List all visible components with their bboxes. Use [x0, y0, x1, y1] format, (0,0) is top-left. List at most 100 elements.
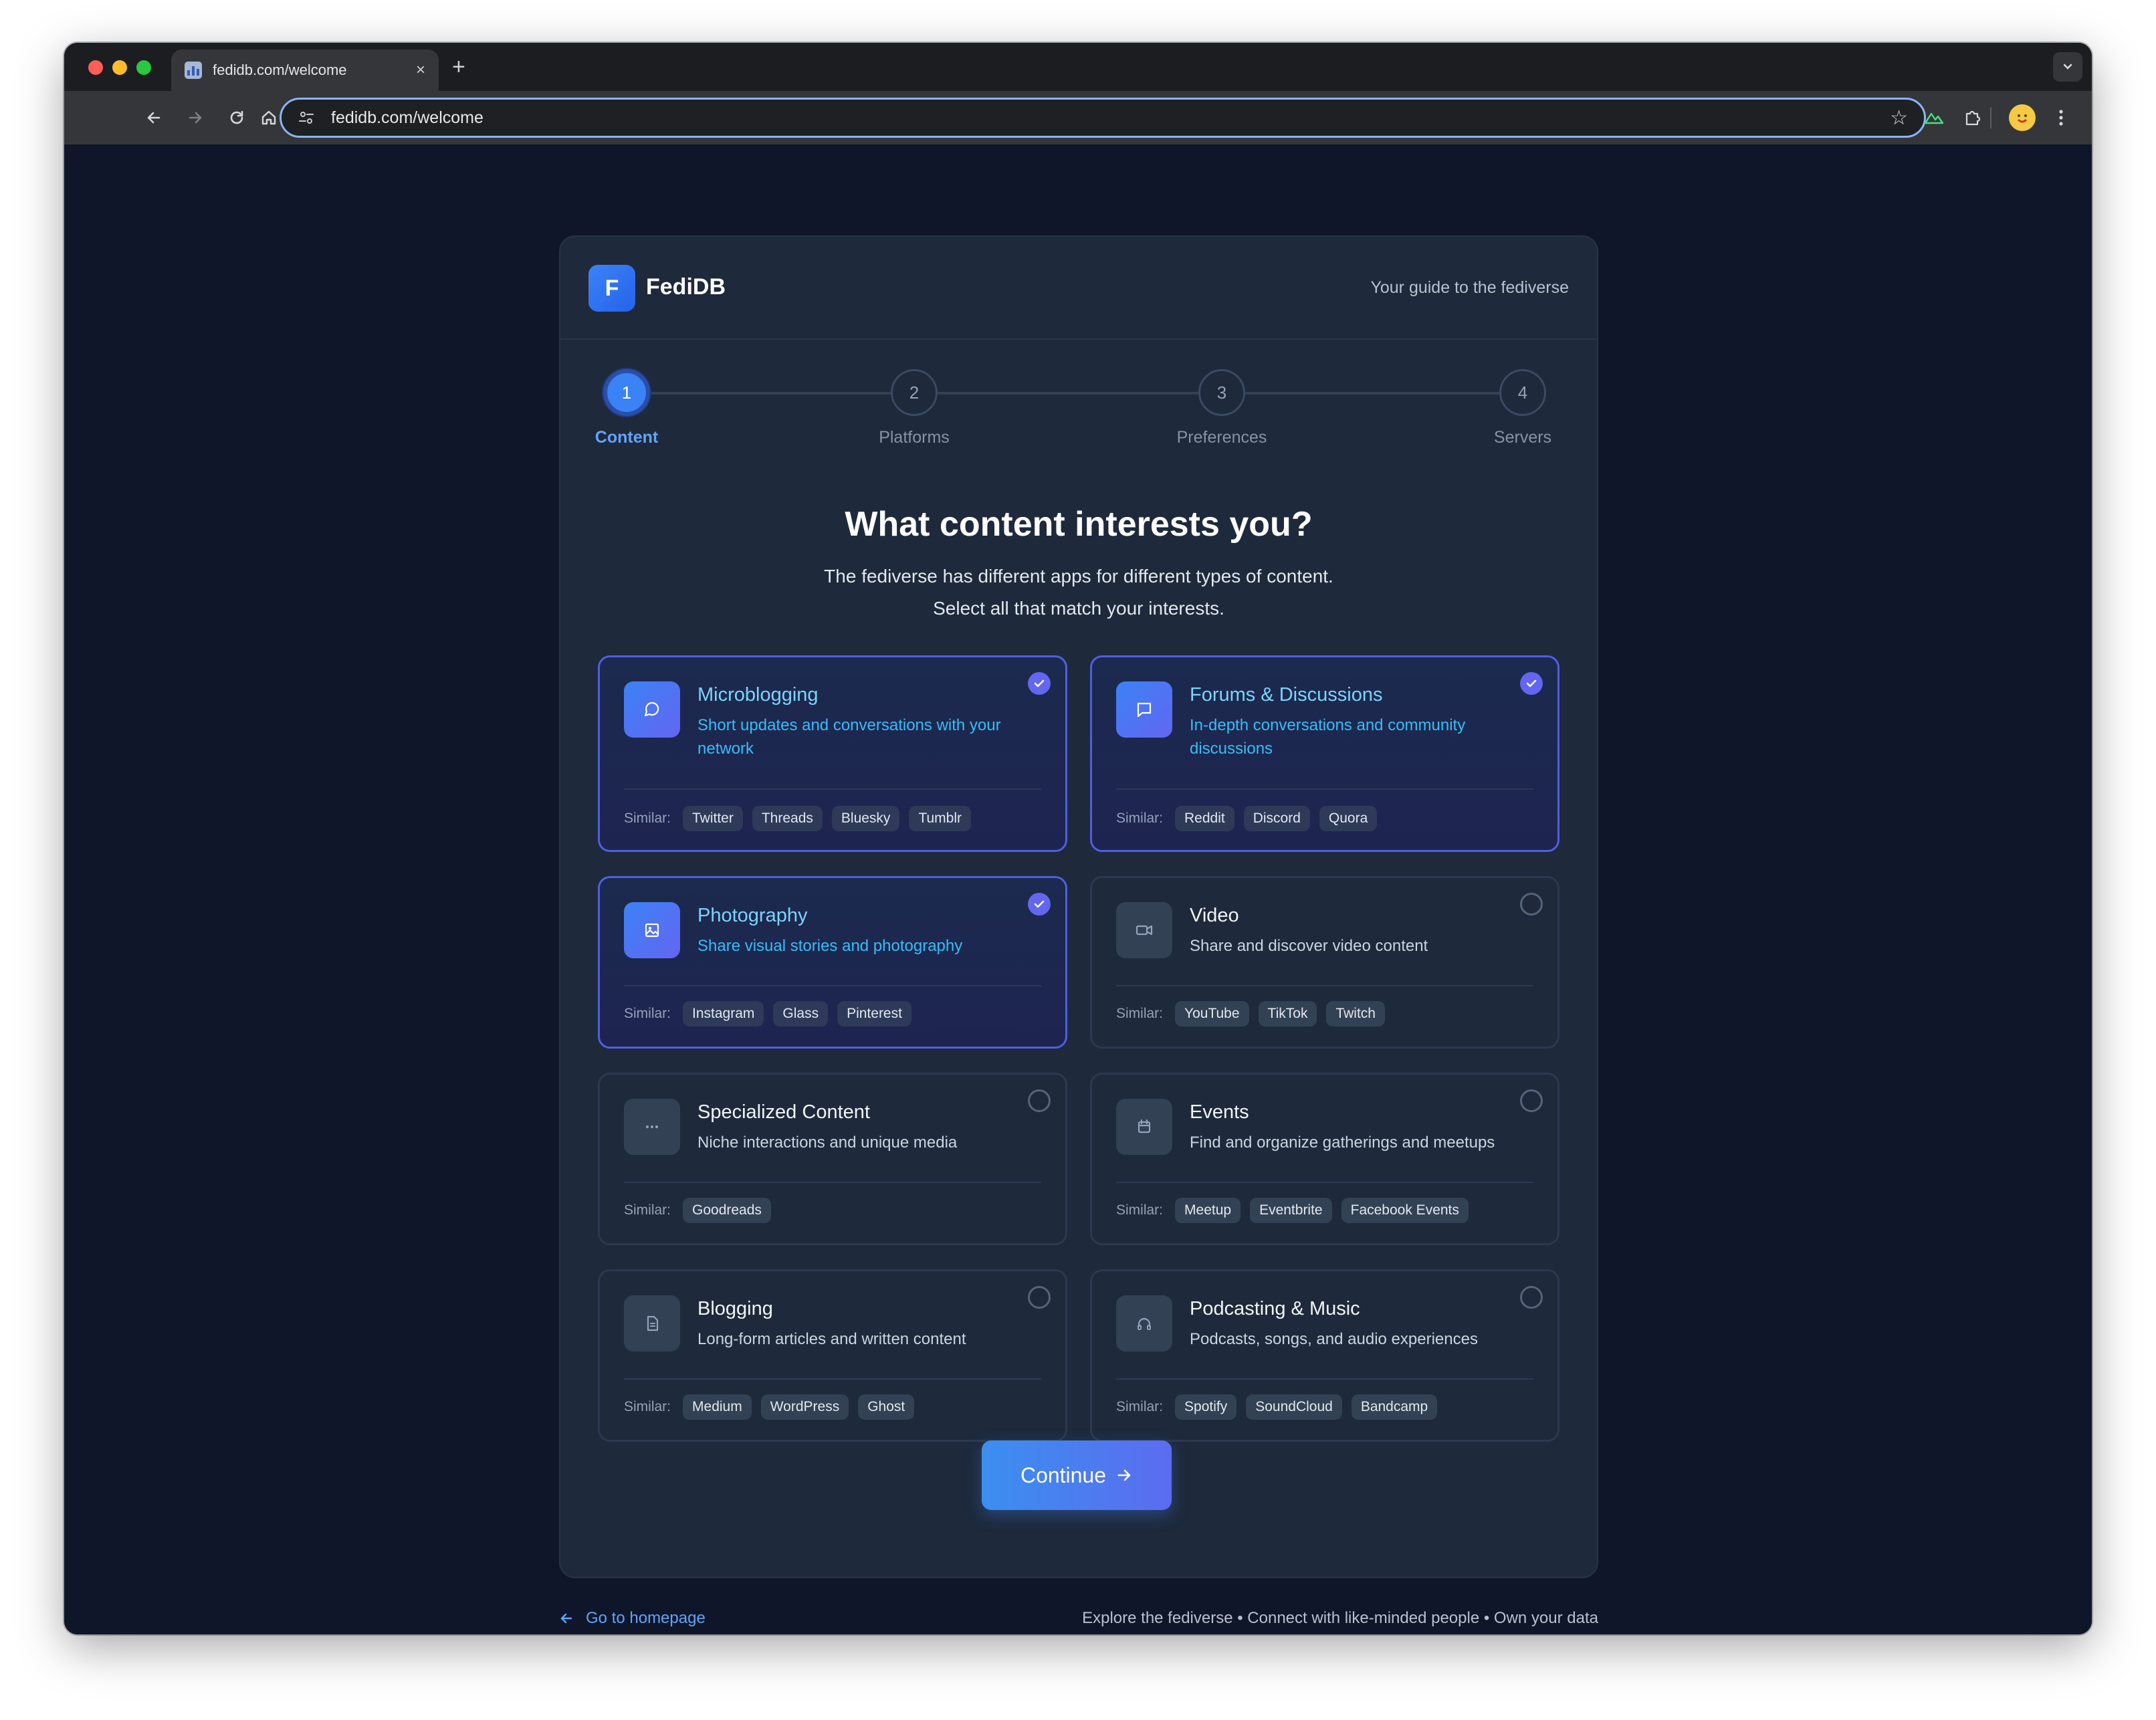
page-subtitle-line2: Select all that match your interests.	[933, 598, 1224, 619]
option-description: Share and discover video content	[1190, 937, 1428, 955]
browser-tab[interactable]: fedidb.com/welcome ×	[171, 49, 439, 91]
option-forums-discussions[interactable]: Forums & Discussions In-depth conversati…	[1090, 655, 1559, 852]
reload-button[interactable]	[223, 104, 250, 131]
chat-bubble-icon	[644, 702, 659, 717]
similar-list: Similar: Goodreads	[624, 1198, 771, 1223]
similar-chip: Bluesky	[831, 806, 900, 831]
profile-avatar[interactable]	[2009, 104, 2036, 131]
maximize-window-button[interactable]	[136, 60, 151, 75]
calendar-icon	[1138, 1119, 1151, 1134]
option-title: Events	[1190, 1101, 1249, 1123]
continue-button[interactable]: Continue	[982, 1440, 1172, 1510]
mountain-icon	[1924, 112, 1944, 124]
option-icon-box	[1116, 1295, 1172, 1352]
option-divider	[624, 788, 1041, 790]
arrow-left-icon	[560, 1613, 572, 1624]
option-photography[interactable]: Photography Share visual stories and pho…	[598, 876, 1067, 1049]
checkbox-unchecked[interactable]	[1028, 1286, 1051, 1309]
checkbox-checked[interactable]	[1028, 893, 1051, 916]
step-2-label: Platforms	[879, 428, 950, 447]
close-window-button[interactable]	[88, 60, 103, 75]
address-bar[interactable]: fedidb.com/welcome ☆	[280, 98, 1926, 138]
browser-window: fedidb.com/welcome × + fedidb.com/welcom…	[64, 43, 2092, 1634]
similar-chip: Reddit	[1175, 806, 1234, 831]
option-podcasting-music[interactable]: Podcasting & Music Podcasts, songs, and …	[1090, 1269, 1559, 1442]
minimize-window-button[interactable]	[112, 60, 127, 75]
step-3-circle[interactable]: 3	[1198, 369, 1245, 416]
site-settings-icon[interactable]	[298, 109, 315, 126]
new-tab-button[interactable]: +	[452, 53, 465, 80]
option-events[interactable]: Events Find and organize gatherings and …	[1090, 1073, 1559, 1245]
similar-list: Similar: Medium WordPress Ghost	[624, 1394, 915, 1420]
extension-icon[interactable]	[1921, 104, 1947, 131]
similar-chip: Medium	[683, 1394, 752, 1420]
home-button[interactable]	[255, 104, 282, 131]
option-divider	[1116, 1378, 1533, 1380]
similar-list: Similar: YouTube TikTok Twitch	[1116, 1001, 1385, 1027]
step-connector	[938, 392, 1200, 395]
option-blogging[interactable]: Blogging Long-form articles and written …	[598, 1269, 1067, 1442]
similar-label: Similar:	[624, 1006, 671, 1021]
option-description: Long-form articles and written content	[697, 1330, 966, 1348]
step-connector	[1245, 392, 1511, 395]
similar-chip: Ghost	[858, 1394, 915, 1420]
toolbar-separator	[1990, 107, 1991, 128]
step-4-circle[interactable]: 4	[1499, 369, 1546, 416]
option-icon-box	[624, 1099, 680, 1155]
checkmark-icon	[1034, 900, 1045, 908]
browser-toolbar: fedidb.com/welcome ☆	[64, 91, 2092, 144]
option-video[interactable]: Video Share and discover video content S…	[1090, 876, 1559, 1049]
similar-label: Similar:	[624, 1399, 671, 1414]
page-viewport: F FediDB Your guide to the fediverse 1 2…	[64, 144, 2092, 1634]
checkbox-unchecked[interactable]	[1520, 1286, 1543, 1309]
option-title: Video	[1190, 905, 1239, 926]
puzzle-icon	[1965, 110, 1981, 126]
similar-list: Similar: Twitter Threads Bluesky Tumblr	[624, 806, 971, 831]
card-header: F FediDB Your guide to the fediverse	[560, 237, 1597, 340]
step-connector	[650, 392, 891, 395]
similar-chip: Goodreads	[683, 1198, 771, 1223]
back-button[interactable]	[140, 104, 167, 131]
checkbox-unchecked[interactable]	[1028, 1089, 1051, 1112]
brand-name[interactable]: FediDB	[646, 274, 726, 300]
checkbox-unchecked[interactable]	[1520, 1089, 1543, 1112]
similar-chip: YouTube	[1175, 1001, 1249, 1027]
similar-list: Similar: Spotify SoundCloud Bandcamp	[1116, 1394, 1438, 1420]
favicon-icon	[185, 62, 202, 79]
option-title: Specialized Content	[697, 1101, 870, 1123]
option-specialized-content[interactable]: Specialized Content Niche interactions a…	[598, 1073, 1067, 1245]
footer-tagline: Explore the fediverse • Connect with lik…	[1082, 1609, 1598, 1627]
browser-menu-button[interactable]	[2048, 104, 2074, 131]
kebab-menu-icon	[2059, 110, 2063, 126]
tab-close-icon[interactable]: ×	[416, 61, 425, 80]
checkbox-checked[interactable]	[1520, 672, 1543, 695]
image-icon	[645, 923, 659, 938]
homepage-link-label[interactable]: Go to homepage	[586, 1609, 706, 1628]
extensions-puzzle-icon[interactable]	[1959, 104, 1986, 131]
step-1-label: Content	[595, 428, 659, 447]
page-title: What content interests you?	[845, 505, 1313, 544]
similar-chip: Eventbrite	[1250, 1198, 1332, 1223]
arrow-left-icon	[147, 112, 160, 124]
option-icon-box	[1116, 681, 1172, 738]
go-to-homepage-link[interactable]: Go to homepage	[559, 1609, 706, 1628]
onboarding-card: F FediDB Your guide to the fediverse 1 2…	[559, 235, 1598, 1578]
headphones-icon	[1138, 1317, 1151, 1330]
option-description: Niche interactions and unique media	[697, 1134, 958, 1152]
option-microblogging[interactable]: Microblogging Short updates and conversa…	[598, 655, 1067, 852]
step-2-circle[interactable]: 2	[891, 369, 938, 416]
url-text[interactable]: fedidb.com/welcome	[331, 108, 1890, 128]
checkbox-unchecked[interactable]	[1520, 893, 1543, 916]
option-icon-box	[624, 1295, 680, 1352]
arrow-right-icon	[1117, 1469, 1131, 1481]
checkmark-icon	[1034, 679, 1045, 687]
checkbox-checked[interactable]	[1028, 672, 1051, 695]
logo-icon[interactable]: F	[588, 265, 635, 312]
similar-list: Similar: Instagram Glass Pinterest	[624, 1001, 911, 1027]
similar-chip: Instagram	[683, 1001, 764, 1027]
step-1-circle[interactable]: 1	[603, 369, 650, 416]
bookmark-star-icon[interactable]: ☆	[1890, 106, 1908, 130]
forward-button[interactable]	[182, 104, 209, 131]
tab-search-button[interactable]	[2053, 52, 2082, 82]
option-description: Share visual stories and photography	[697, 937, 963, 955]
